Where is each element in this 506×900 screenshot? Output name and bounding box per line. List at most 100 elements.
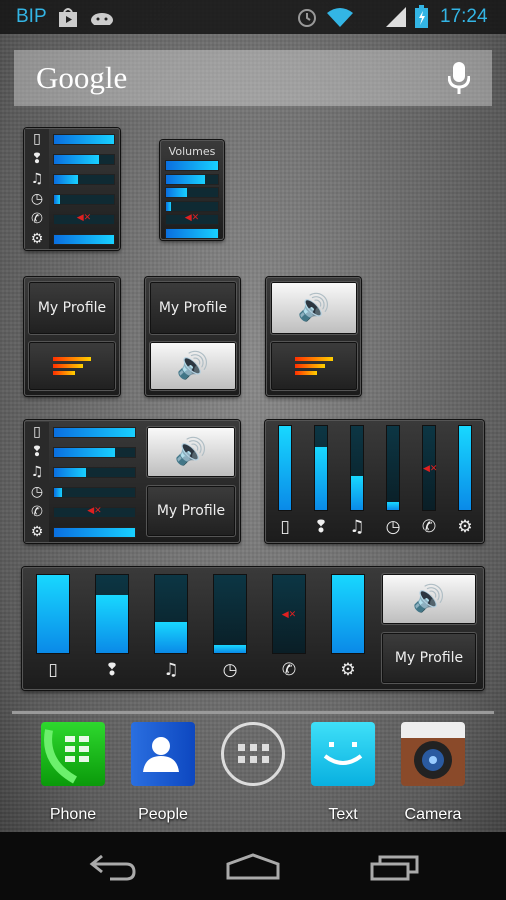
equalizer-bar: [53, 357, 91, 361]
volume-speaker-button[interactable]: 🔊: [381, 573, 477, 625]
mic-icon[interactable]: [448, 62, 470, 94]
call-volume-slider[interactable]: ◀✕: [53, 506, 136, 518]
volume-row-media: [161, 186, 223, 200]
system-volume-fill: [166, 228, 218, 238]
system-volume-slider[interactable]: [53, 526, 136, 538]
speaker-icon: 🔊: [412, 584, 446, 614]
alarm-icon: ◷: [385, 517, 401, 537]
my-profile-button[interactable]: My Profile: [146, 485, 236, 537]
media-volume-slider[interactable]: [154, 574, 188, 654]
alarm-volume-fill: [166, 201, 172, 211]
volume-row-notification: ❢: [25, 442, 140, 462]
volume-row-call: ✆ ◀✕: [25, 209, 119, 229]
dock-item-apps[interactable]: [213, 722, 293, 786]
volume-row-call: ◀✕: [161, 213, 223, 227]
notification-volume-slider[interactable]: [165, 173, 219, 185]
ringer-volume-slider[interactable]: [53, 133, 115, 145]
media-volume-fill: [54, 467, 87, 477]
ringer-volume-fill: [166, 161, 218, 171]
media-volume-slider[interactable]: [165, 187, 219, 199]
volume-row-system: [161, 227, 223, 241]
notification-volume-fill: [54, 447, 115, 457]
system-volume-slider[interactable]: [458, 425, 472, 511]
notification-volume-slider[interactable]: [53, 446, 136, 458]
gear-icon: ⚙: [457, 517, 473, 537]
call-volume-slider[interactable]: ◀✕: [272, 574, 306, 654]
phone-icon: ✆: [25, 502, 49, 522]
alarm-volume-slider[interactable]: [165, 200, 219, 212]
call-volume-slider[interactable]: ◀✕: [422, 425, 438, 511]
media-volume-slider[interactable]: [53, 466, 136, 478]
gear-icon: ⚙: [25, 522, 49, 542]
alarm-volume-slider[interactable]: [53, 486, 136, 498]
notification-volume-slider[interactable]: [95, 574, 129, 654]
ringer-volume-slider[interactable]: [278, 425, 292, 511]
equalizer-button[interactable]: [28, 341, 116, 391]
google-search-bar[interactable]: Google: [14, 50, 492, 106]
notification-volume-slider[interactable]: [314, 425, 328, 511]
notification-volume-fill: [96, 594, 128, 653]
dock-item-people[interactable]: People: [123, 722, 203, 824]
call-volume-slider[interactable]: ◀✕: [165, 213, 219, 226]
dock-item-phone[interactable]: Phone: [33, 722, 113, 824]
system-volume-slider[interactable]: [165, 227, 219, 239]
alarm-volume-slider[interactable]: [386, 425, 400, 511]
ringer-volume-slider[interactable]: [53, 426, 136, 438]
phone-app-icon: [41, 722, 105, 786]
recents-icon[interactable]: [370, 852, 420, 882]
speaker-icon: 🔊: [176, 351, 210, 381]
equalizer-icon: [53, 357, 91, 375]
android-icon: [91, 13, 113, 25]
alarm-volume-slider[interactable]: [53, 193, 115, 205]
media-volume-slider[interactable]: [350, 425, 364, 511]
my-profile-button[interactable]: My Profile: [149, 281, 237, 335]
volume-row-media: ♫: [25, 462, 140, 482]
alarm-icon: ◷: [25, 189, 49, 209]
alarm-volume-fill: [387, 501, 399, 510]
alarm-icon: [298, 9, 316, 27]
muted-icon: ◀✕: [184, 213, 200, 224]
notification-volume-fill: [166, 174, 205, 184]
notification-icon: ❢: [25, 149, 49, 169]
ringer-volume-fill: [54, 427, 135, 437]
ringer-volume-fill: [279, 426, 291, 510]
vertical-volumes-widget: ▯ ❢ ♫ ◷ ◀✕ ✆ ⚙: [265, 420, 484, 543]
gear-icon: ⚙: [25, 229, 49, 249]
system-volume-fill: [54, 234, 114, 244]
my-profile-button[interactable]: My Profile: [28, 281, 116, 335]
ringer-icon: ▯: [48, 660, 58, 680]
volume-column-ringer: ▯: [31, 574, 75, 680]
alarm-volume-slider[interactable]: [213, 574, 247, 654]
dock-item-camera[interactable]: Camera: [393, 722, 473, 824]
system-volume-fill: [459, 426, 471, 510]
notification-volume-slider[interactable]: [53, 153, 115, 165]
alarm-volume-fill: [54, 487, 63, 497]
media-volume-slider[interactable]: [53, 173, 115, 185]
profile-speaker-widget: My Profile 🔊: [145, 277, 240, 396]
system-volume-slider[interactable]: [331, 574, 365, 654]
system-volume-slider[interactable]: [53, 233, 115, 245]
call-volume-slider[interactable]: ◀✕: [53, 213, 115, 225]
volume-list-widget: ▯ ❢ ♫ ◷ ✆ ◀✕ ⚙: [24, 128, 120, 250]
volume-speaker-button[interactable]: 🔊: [270, 281, 358, 335]
muted-icon: ◀✕: [423, 463, 438, 474]
my-profile-label: My Profile: [156, 503, 226, 519]
home-icon[interactable]: [226, 852, 280, 882]
back-icon[interactable]: [88, 852, 138, 882]
ringer-volume-slider[interactable]: [165, 160, 219, 172]
my-profile-button[interactable]: My Profile: [381, 632, 477, 684]
volume-speaker-button[interactable]: 🔊: [149, 341, 237, 391]
volume-speaker-button[interactable]: 🔊: [146, 426, 236, 478]
music-icon: ♫: [25, 462, 49, 482]
equalizer-bar: [53, 364, 83, 368]
ringer-volume-fill: [37, 575, 69, 653]
clock: 17:24: [440, 6, 488, 27]
equalizer-button[interactable]: [270, 341, 358, 391]
volume-row-alarm: ◷: [25, 189, 119, 209]
signal-icon: [386, 7, 406, 27]
dock-item-text[interactable]: Text: [303, 722, 383, 824]
equalizer-bar: [53, 371, 75, 375]
notification-volume-fill: [315, 447, 327, 510]
ringer-volume-slider[interactable]: [36, 574, 70, 654]
my-profile-label: My Profile: [158, 300, 228, 316]
